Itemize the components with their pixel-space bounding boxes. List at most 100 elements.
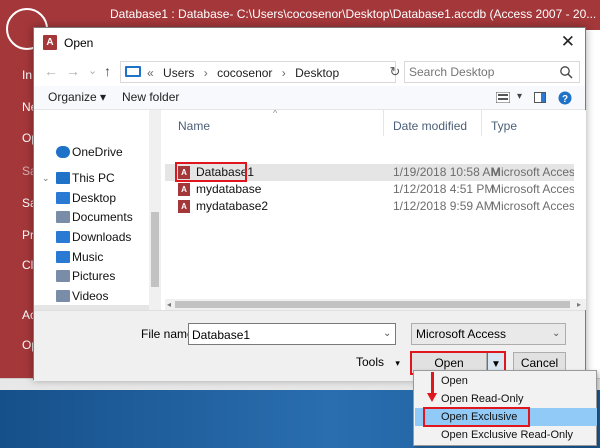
close-icon[interactable]: ✕ — [561, 32, 575, 52]
breadcrumb: « Users › cocosenor › Desktop — [147, 66, 345, 80]
chevron-down-icon[interactable]: ⌄ — [383, 328, 391, 339]
file-list: ^ Name Date modified Type A Database1 1/19… — [165, 110, 586, 310]
download-icon — [56, 231, 70, 243]
desktop-folder-icon — [56, 192, 70, 204]
file-name: mydatabase — [196, 182, 262, 196]
file-type-select[interactable]: Microsoft Access ⌄ — [411, 323, 566, 345]
nav-item-this-pc[interactable]: ⌄ This PC — [34, 168, 149, 188]
navigation-scrollbar[interactable] — [149, 110, 161, 310]
tools-button[interactable]: Tools ▾ — [356, 355, 400, 369]
nav-item-label: This PC — [72, 171, 115, 185]
new-folder-button[interactable]: New folder — [122, 90, 179, 104]
nav-item-videos[interactable]: Videos — [34, 286, 149, 306]
file-type-value: Microsoft Access — [416, 327, 507, 341]
window-title: Database1 : Database- C:\Users\cocosenor… — [100, 0, 600, 30]
recent-locations-chevron-icon[interactable]: ⌄ — [88, 63, 97, 79]
videos-icon — [56, 290, 70, 302]
nav-item-desktop[interactable]: Desktop — [34, 188, 149, 208]
computer-icon — [56, 172, 70, 184]
pictures-icon — [56, 270, 70, 282]
access-file-icon: A — [178, 200, 190, 213]
breadcrumb-desktop[interactable]: Desktop — [295, 66, 339, 80]
column-divider[interactable] — [383, 110, 384, 136]
refresh-icon[interactable]: ↻ — [386, 64, 404, 80]
dialog-titlebar: A Open ✕ — [34, 28, 585, 58]
breadcrumb-separator-icon[interactable]: › — [204, 66, 208, 80]
nav-item-documents[interactable]: Documents — [34, 207, 149, 227]
horizontal-scrollbar-thumb[interactable] — [175, 301, 570, 308]
open-dialog: A Open ✕ ← → ⌄ ↑ « Users › cocosenor › D… — [33, 27, 586, 381]
file-type: Microsoft Access — [491, 182, 582, 196]
tools-label: Tools — [356, 355, 385, 369]
sort-ascending-icon: ^ — [273, 110, 278, 118]
search-icon[interactable] — [559, 65, 573, 79]
documents-icon — [56, 211, 70, 223]
nav-item-label: Documents — [72, 210, 133, 224]
access-app-icon: A — [43, 35, 57, 50]
backstage-item-info[interactable]: In — [22, 68, 32, 82]
navigation-pane: OneDrive ⌄ This PC Desktop Documents Download… — [34, 110, 161, 310]
up-arrow-icon[interactable]: ↑ — [104, 63, 111, 79]
svg-text:?: ? — [562, 94, 568, 105]
nav-item-downloads[interactable]: Downloads — [34, 227, 149, 247]
tools-dropdown-chevron-icon[interactable]: ▾ — [395, 358, 400, 368]
organize-button[interactable]: Organize ▾ — [48, 90, 106, 104]
annotation-arrow — [431, 372, 434, 394]
dialog-title: Open — [64, 36, 94, 50]
breadcrumb-overflow-icon[interactable]: « — [147, 66, 154, 80]
file-row[interactable]: Amydatabase2 1/12/2018 9:59 AM Microsoft A… — [165, 198, 586, 215]
breadcrumb-separator-icon[interactable]: › — [282, 66, 286, 80]
menu-item-open-read-only[interactable]: Open Read-Only — [415, 390, 597, 408]
cloud-icon — [56, 146, 70, 158]
nav-item-onedrive[interactable]: OneDrive — [34, 142, 149, 162]
file-name-combobox[interactable]: ⌄ — [188, 323, 396, 345]
command-toolbar: Organize ▾ New folder ▾ ? — [34, 86, 585, 110]
nav-item-music[interactable]: Music — [34, 247, 149, 267]
file-type: Microsoft Access — [491, 199, 582, 213]
column-divider[interactable] — [481, 110, 482, 136]
file-name: mydatabase2 — [196, 199, 269, 213]
backstage-item-close[interactable]: Cl — [22, 258, 33, 272]
nav-item-label: Pictures — [72, 269, 116, 283]
nav-item-label: Downloads — [72, 230, 132, 244]
forward-arrow-icon[interactable]: → — [66, 63, 80, 79]
nav-item-label: Videos — [72, 289, 109, 303]
expand-chevron-icon[interactable]: ⌄ — [42, 168, 50, 188]
highlight-box-open-exclusive — [423, 407, 530, 427]
chevron-down-icon[interactable]: ⌄ — [552, 328, 560, 339]
file-name-input[interactable] — [192, 327, 370, 343]
music-icon — [56, 251, 70, 263]
file-list-vertical-scrollbar[interactable] — [574, 110, 586, 299]
breadcrumb-users[interactable]: Users — [163, 66, 194, 80]
breadcrumb-cocosenor[interactable]: cocosenor — [217, 66, 272, 80]
preview-pane-icon[interactable] — [534, 92, 546, 103]
nav-item-label: Music — [72, 250, 104, 264]
address-bar[interactable]: « Users › cocosenor › Desktop ▾ — [120, 61, 470, 83]
file-row[interactable]: Amydatabase 1/12/2018 4:51 PM Microsoft Ac… — [165, 181, 586, 198]
view-dropdown-chevron-icon[interactable]: ▾ — [517, 91, 522, 102]
file-date: 1/12/2018 4:51 PM — [393, 182, 495, 196]
navigation-scrollbar-thumb[interactable] — [151, 212, 159, 287]
column-header-date[interactable]: Date modified — [393, 119, 467, 133]
file-date: 1/19/2018 10:58 AM — [393, 165, 501, 179]
address-row: ← → ⌄ ↑ « Users › cocosenor › Desktop ▾ … — [34, 58, 585, 86]
access-file-icon: A — [178, 183, 190, 196]
nav-item-pictures[interactable]: Pictures — [34, 266, 149, 286]
scroll-left-icon[interactable]: ◂ — [167, 300, 171, 309]
file-list-horizontal-scrollbar[interactable]: ◂ ▸ — [165, 299, 586, 310]
help-icon[interactable]: ? — [558, 91, 572, 105]
column-header-name[interactable]: Name — [178, 119, 210, 133]
column-header-type[interactable]: Type — [491, 119, 517, 133]
nav-item-label: Desktop — [72, 191, 117, 205]
highlight-box-database1 — [175, 162, 247, 182]
scroll-right-icon[interactable]: ▸ — [577, 300, 581, 309]
file-date: 1/12/2018 9:59 AM — [393, 199, 494, 213]
view-options-icon[interactable] — [496, 92, 510, 103]
menu-item-open[interactable]: Open — [415, 372, 597, 390]
search-input[interactable] — [409, 64, 554, 80]
search-box[interactable] — [404, 61, 580, 83]
annotation-arrow-head-icon — [427, 393, 437, 402]
back-arrow-icon[interactable]: ← — [44, 63, 58, 79]
nav-item-label: OneDrive — [72, 145, 123, 159]
menu-item-open-exclusive-read-only[interactable]: Open Exclusive Read-Only — [415, 426, 597, 444]
